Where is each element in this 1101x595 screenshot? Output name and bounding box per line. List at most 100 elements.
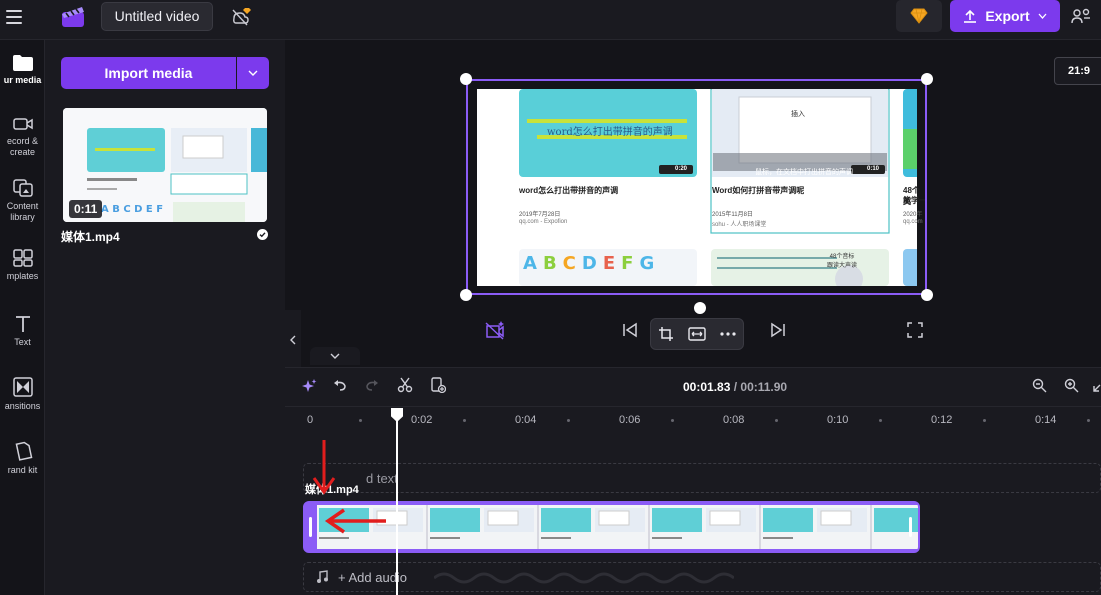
tick-label: 0:14 [1035, 414, 1057, 426]
premium-off-icon[interactable] [230, 6, 252, 26]
tick-label: 0:12 [931, 414, 953, 426]
current-time: 00:01.83 [683, 380, 731, 394]
sidebar-item-label: mplates [6, 271, 39, 281]
sidebar-item-label: ansitions [4, 401, 41, 411]
sidebar-item-label: ur media [3, 75, 42, 85]
skip-forward-icon[interactable] [770, 322, 786, 338]
media-file-name: 媒体1.mp4 [61, 230, 120, 244]
text-track[interactable]: d text [303, 463, 1101, 493]
media-thumbnail[interactable]: A B C D E F 0:11 [63, 108, 267, 222]
collapse-timeline-button[interactable] [310, 347, 360, 365]
left-sidebar: ur media ecord & create Content library … [0, 40, 45, 595]
library-icon [12, 179, 33, 197]
magic-camera-icon[interactable] [484, 320, 506, 340]
folder-icon [12, 55, 33, 71]
resize-handle-bottom-right[interactable] [921, 289, 933, 301]
chevron-down-icon [1038, 13, 1047, 19]
resize-handle-top-left[interactable] [460, 73, 472, 85]
tick-label: 0:04 [515, 414, 537, 426]
timeline: 00:01.83 / 00:11.90 0 0:02 0:04 0:06 0:0… [285, 367, 1101, 595]
chevron-down-icon [330, 353, 340, 359]
tick-dot [983, 419, 986, 422]
crop-icon[interactable] [658, 326, 674, 342]
annotation-arrows [312, 440, 386, 534]
scissors-icon[interactable] [397, 377, 413, 393]
undo-icon[interactable] [333, 378, 347, 392]
selection-frame [466, 79, 927, 295]
tick-label: 0:06 [619, 414, 641, 426]
clip-trim-handle-right[interactable] [909, 517, 912, 537]
svg-text:A B C D E F: A B C D E F [101, 204, 163, 215]
sidebar-item-record-create[interactable]: ecord & create [0, 115, 45, 158]
premium-button[interactable] [896, 0, 942, 32]
clip-filmstrip [317, 505, 918, 549]
sidebar-item-templates[interactable]: mplates [0, 248, 45, 282]
music-note-icon [317, 570, 328, 583]
zoom-in-icon[interactable] [1064, 378, 1079, 393]
chevron-left-icon [290, 335, 296, 345]
tick-dot [1087, 419, 1090, 422]
timecode: 00:01.83 / 00:11.90 [683, 380, 787, 394]
top-bar: Untitled video Export [0, 0, 1101, 40]
sidebar-item-label: Text [14, 337, 31, 347]
sidebar-item-label: ecord & create [6, 136, 39, 157]
brand-kit-icon [15, 441, 32, 461]
redo-icon[interactable] [365, 378, 379, 392]
sidebar-item-transitions[interactable]: ansitions [0, 376, 45, 412]
tick-label: 0:08 [723, 414, 745, 426]
export-label: Export [985, 8, 1030, 24]
tick-label: 0:10 [827, 414, 849, 426]
filmstrip-frame [872, 505, 918, 549]
resize-handle-top-right[interactable] [921, 73, 933, 85]
clipchamp-logo-icon [62, 7, 84, 27]
timeline-toolbar: 00:01.83 / 00:11.90 [285, 368, 1101, 406]
tick-label: 0 [307, 414, 314, 426]
filmstrip-frame [761, 505, 872, 549]
timeline-ruler[interactable]: 0 0:02 0:04 0:06 0:08 0:10 0:12 0:14 [285, 406, 1101, 432]
gem-icon [910, 8, 928, 24]
import-media-button[interactable]: Import media [61, 57, 236, 89]
fit-icon[interactable] [688, 327, 706, 341]
menu-icon[interactable] [6, 10, 22, 24]
tick-dot [359, 419, 362, 422]
upload-icon [964, 9, 977, 23]
audio-track[interactable]: + Add audio [303, 562, 1101, 592]
total-time: 00:11.90 [740, 380, 788, 394]
filmstrip-frame [650, 505, 761, 549]
sidebar-item-label: rand kit [7, 465, 38, 475]
add-to-timeline-icon[interactable] [430, 377, 446, 393]
rotate-handle[interactable] [694, 302, 706, 314]
tick-dot [671, 419, 674, 422]
sidebar-item-text[interactable]: Text [0, 314, 45, 348]
sidebar-item-your-media[interactable]: ur media [0, 54, 45, 86]
tick-label: 0:02 [411, 414, 433, 426]
export-button[interactable]: Export [950, 0, 1060, 32]
audio-waveform-placeholder [434, 572, 734, 584]
tick-dot [463, 419, 466, 422]
sidebar-item-label: Content library [6, 201, 39, 222]
tick-dot [775, 419, 778, 422]
templates-icon [12, 249, 33, 267]
text-icon [15, 316, 30, 332]
project-title[interactable]: Untitled video [101, 2, 213, 31]
sidebar-item-content-library[interactable]: Content library [0, 178, 45, 223]
time-separator: / [730, 380, 741, 394]
fullscreen-icon[interactable] [907, 322, 923, 338]
aspect-ratio-button[interactable]: 21:9 [1054, 57, 1101, 85]
resize-handle-bottom-left[interactable] [460, 289, 472, 301]
playhead-line[interactable] [396, 410, 398, 595]
filmstrip-frame [539, 505, 650, 549]
check-circle-icon [257, 229, 268, 240]
more-options-icon[interactable] [720, 332, 736, 336]
collapse-panel-button[interactable] [285, 310, 301, 370]
zoom-out-icon[interactable] [1032, 378, 1047, 393]
magic-sparkle-icon[interactable] [301, 378, 317, 394]
sidebar-item-brand-kit[interactable]: rand kit [0, 440, 45, 476]
import-options-button[interactable] [237, 57, 269, 89]
share-icon[interactable] [1070, 6, 1092, 26]
zoom-fit-icon[interactable] [1093, 378, 1101, 393]
skip-back-icon[interactable] [622, 322, 638, 338]
media-duration-badge: 0:11 [69, 200, 103, 218]
transitions-icon [12, 377, 33, 397]
video-camera-icon [12, 118, 33, 130]
